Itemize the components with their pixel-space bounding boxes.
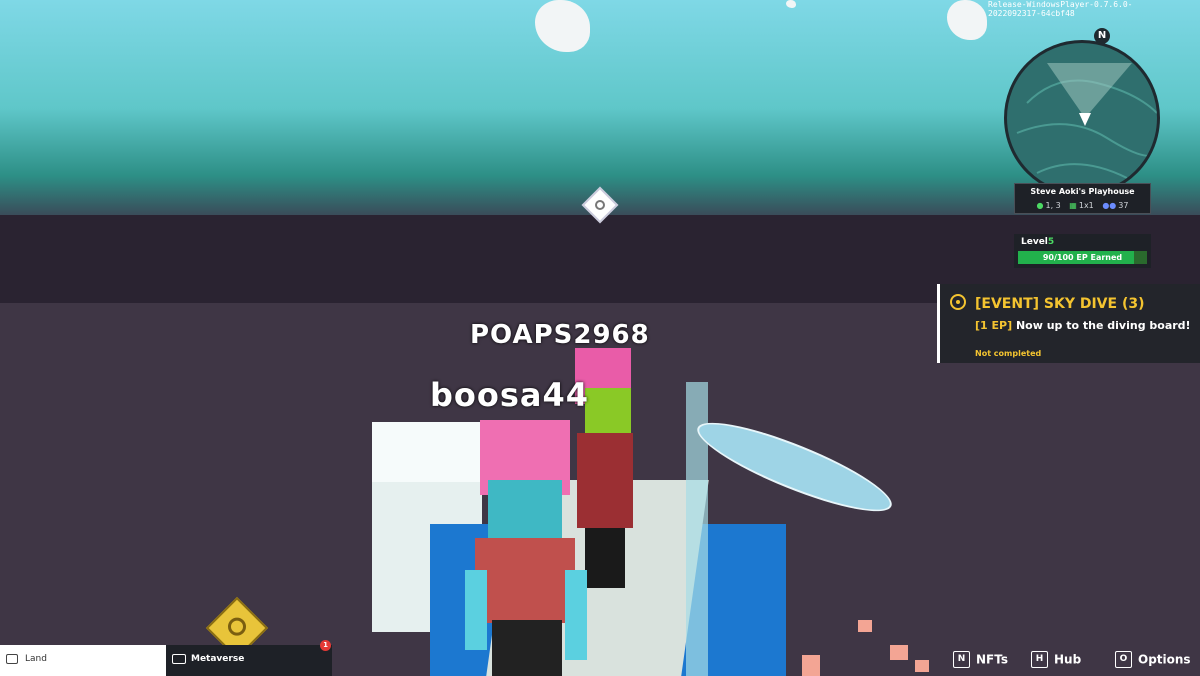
ep-progress-text: 90/100 EP Earned <box>1042 253 1123 262</box>
game-viewport[interactable]: Release-WindowsPlayer-0.7.6.0-2022092317… <box>0 0 1200 676</box>
land-name: Steve Aoki's Playhouse <box>1030 187 1135 196</box>
quest-title: [EVENT] SKY DIVE (3) <box>975 296 1145 312</box>
quest-status: Not completed <box>975 349 1042 358</box>
cloud <box>947 0 987 40</box>
debris <box>858 620 872 632</box>
land-size: 1x1 <box>1078 201 1094 210</box>
white-block-top <box>372 422 482 482</box>
people-icon: ●● <box>1102 201 1117 210</box>
ep-progress-bar: 90/100 EP Earned <box>1018 251 1147 264</box>
land-info-card[interactable]: Steve Aoki's Playhouse ● 1, 3 ▦ 1x1 ●● 37 <box>1014 183 1151 214</box>
quest-description: [1 EP] Now up to the diving board! <box>975 319 1195 333</box>
level-label: Level <box>1021 237 1048 247</box>
minimap-terrain <box>1016 63 1157 179</box>
options-shortcut[interactable]: O Options <box>1115 651 1191 668</box>
chat-tab-metaverse[interactable]: Metaverse <box>166 645 332 676</box>
player-arrow-icon <box>1079 113 1091 126</box>
chat-tab-land-label: Land <box>25 654 47 664</box>
land-coords: 1, 3 <box>1045 201 1061 210</box>
player-name-poaps2968: POAPS2968 <box>470 320 650 350</box>
key-n: N <box>953 651 970 668</box>
options-label: Options <box>1138 652 1191 667</box>
debris <box>890 645 908 660</box>
debris <box>802 655 820 676</box>
nfts-shortcut[interactable]: N NFTs <box>953 651 1008 668</box>
quest-ep: [1 EP] <box>975 319 1013 332</box>
level-card: Level5 90/100 EP Earned <box>1014 234 1151 268</box>
hub-label: Hub <box>1054 652 1082 667</box>
avatar-boosa44[interactable] <box>465 420 587 676</box>
quest-text: Now up to the diving board! <box>1015 319 1191 332</box>
pin-icon: ● <box>1036 201 1044 210</box>
player-name-boosa44: boosa44 <box>430 376 590 414</box>
player-count: 37 <box>1118 201 1129 210</box>
nfts-label: NFTs <box>976 652 1008 667</box>
level-value: 5 <box>1047 237 1055 247</box>
cloud <box>535 0 590 52</box>
hub-shortcut[interactable]: H Hub <box>1031 651 1081 668</box>
build-version-label: Release-WindowsPlayer-0.7.6.0-2022092317… <box>988 0 1133 18</box>
target-icon <box>950 294 966 310</box>
key-h: H <box>1031 651 1048 668</box>
chat-icon <box>6 654 18 664</box>
minimap[interactable] <box>1004 40 1160 196</box>
quest-tracker[interactable]: [EVENT] SKY DIVE (3) [1 EP] Now up to th… <box>937 284 1200 363</box>
compass-north-icon: N <box>1094 28 1110 44</box>
debris <box>915 660 929 672</box>
chat-tab-metaverse-label: Metaverse <box>191 654 245 664</box>
chat-bubbles-icon <box>172 654 186 664</box>
grid-icon: ▦ <box>1069 201 1077 210</box>
chat-tab-land[interactable]: Land <box>0 645 166 676</box>
cloud <box>786 0 796 8</box>
key-o: O <box>1115 651 1132 668</box>
unread-badge: 1 <box>320 640 331 651</box>
